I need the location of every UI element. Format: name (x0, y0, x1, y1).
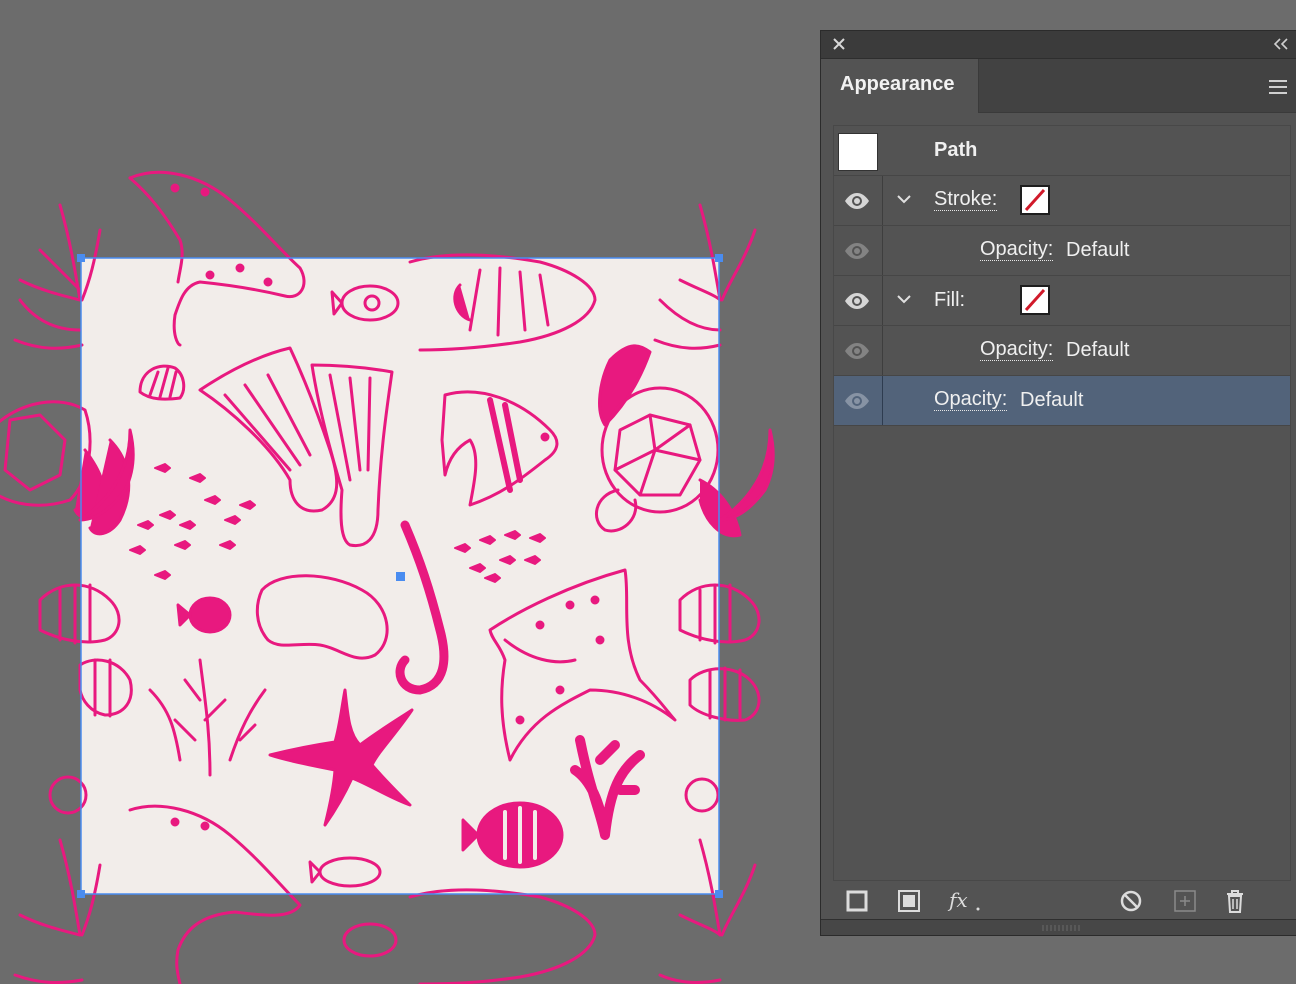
opacity-label[interactable]: Opacity: (980, 238, 1054, 261)
chevron-down-icon[interactable] (896, 194, 912, 204)
add-fill-icon[interactable] (895, 887, 923, 915)
panel-resize-grip[interactable] (821, 919, 1296, 935)
path-thumbnail (838, 133, 878, 171)
path-row[interactable]: Path (834, 126, 1290, 176)
appearance-panel: Appearance Path Stroke: Opacity: Default… (820, 30, 1296, 936)
tab-appearance[interactable]: Appearance (821, 59, 979, 113)
none-swatch-icon (1024, 188, 1046, 212)
panel-titlebar[interactable] (821, 31, 1296, 59)
object-type-label: Path (934, 139, 978, 161)
object-opacity-row[interactable]: Opacity: Default (834, 376, 1290, 426)
handle-top-right (715, 254, 723, 262)
handle-top-left (77, 254, 85, 262)
stroke-swatch[interactable] (1020, 185, 1050, 215)
stroke-row[interactable]: Stroke: (834, 176, 1290, 226)
opacity-value: Default (1066, 239, 1130, 261)
grip-icon (1042, 925, 1080, 931)
canvas-artwork[interactable] (0, 0, 820, 984)
opacity-value: Default (1066, 339, 1130, 361)
fill-row[interactable]: Fill: (834, 276, 1290, 326)
visibility-eye-icon[interactable] (843, 292, 871, 310)
collapse-panel-icon[interactable] (1272, 37, 1290, 51)
handle-bottom-right (715, 890, 723, 898)
stroke-label[interactable]: Stroke: (934, 188, 998, 211)
panel-tabbar: Appearance (821, 59, 1296, 113)
none-swatch-icon (1024, 288, 1046, 312)
panel-menu-icon[interactable] (1268, 79, 1288, 95)
fill-opacity-row[interactable]: Opacity: Default (834, 326, 1290, 376)
close-icon[interactable] (831, 36, 847, 52)
visibility-eye-icon[interactable] (843, 192, 871, 210)
center-point (396, 572, 405, 581)
chevron-down-icon[interactable] (896, 294, 912, 304)
fill-label: Fill: (934, 289, 966, 311)
appearance-list: Path Stroke: Opacity: Default Fill: Opac… (833, 125, 1291, 881)
svg-text:fx: fx (947, 888, 968, 912)
duplicate-item-icon[interactable] (1171, 887, 1199, 915)
handle-bottom-left (77, 890, 85, 898)
delete-item-icon[interactable] (1221, 887, 1249, 915)
visibility-eye-icon[interactable] (843, 342, 871, 360)
big-fish-bottom (408, 888, 597, 984)
opacity-label[interactable]: Opacity: (934, 388, 1008, 411)
fx-icon[interactable]: fx (947, 887, 981, 915)
fill-swatch[interactable] (1020, 285, 1050, 315)
add-stroke-icon[interactable] (843, 887, 871, 915)
stroke-opacity-row[interactable]: Opacity: Default (834, 226, 1290, 276)
opacity-label[interactable]: Opacity: (980, 338, 1054, 361)
panel-footer: fx (821, 885, 1296, 919)
opacity-value: Default (1020, 389, 1084, 411)
clear-appearance-icon[interactable] (1117, 887, 1145, 915)
visibility-eye-icon[interactable] (843, 242, 871, 260)
visibility-eye-icon[interactable] (843, 392, 871, 410)
